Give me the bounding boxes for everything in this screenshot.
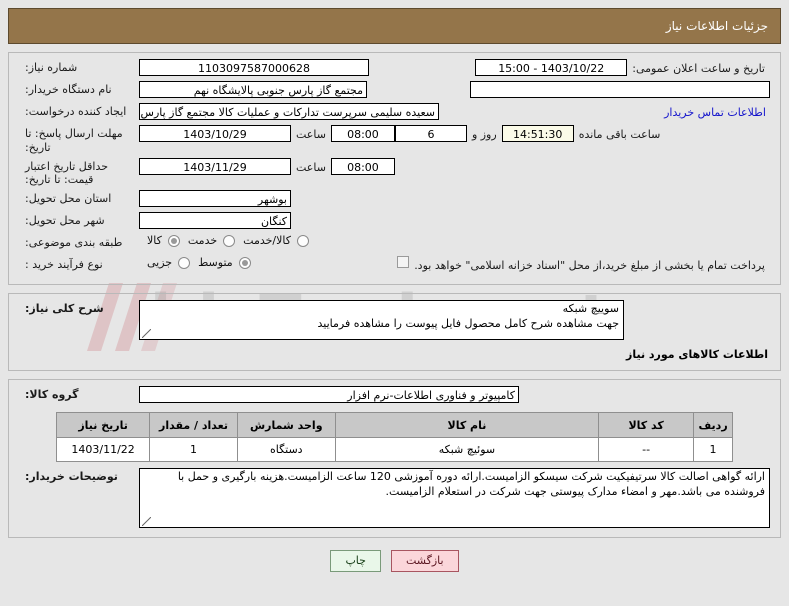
- row-city: کنگان شهر محل تحویل:: [19, 212, 770, 231]
- radio-jozei-icon[interactable]: [178, 256, 191, 269]
- province-label: استان محل تحویل:: [25, 192, 112, 205]
- radio-kala-icon[interactable]: [167, 234, 180, 247]
- print-button[interactable]: چاپ: [330, 550, 381, 572]
- radio-kala-khedmat-icon[interactable]: [297, 234, 309, 247]
- row-buyer-notes: ارائه گواهی اصالت کالا سرتیفیکیت شرکت سی…: [19, 468, 770, 528]
- purchase-type-label-2: متوسط: [198, 256, 233, 269]
- row-buyer-org: مجتمع گاز پارس جنوبی پالایشگاه نهم نام د…: [19, 81, 770, 100]
- col-code: کد کالا: [598, 412, 695, 438]
- page-root: جزئیات اطلاعات نیاز تاریخ و ساعت اعلان ع…: [0, 8, 789, 572]
- row-province: بوشهر استان محل تحویل:: [19, 190, 770, 209]
- reply-deadline-label: مهلت ارسال پاسخ: تا تاریخ:: [25, 127, 123, 154]
- buyer-org-field[interactable]: مجتمع گاز پارس جنوبی پالایشگاه نهم: [139, 81, 367, 98]
- days-remaining-field: 6: [394, 125, 467, 142]
- treasury-checkbox-label: پرداخت تمام یا بخشی از مبلغ خرید،از محل …: [414, 259, 765, 272]
- purchase-type-option-1[interactable]: جزیی: [139, 256, 191, 269]
- cell-name: سوئیچ شبکه: [334, 437, 600, 462]
- purchase-type-label: نوع فرآیند خرید :: [25, 258, 103, 271]
- announce-label: تاریخ و ساعت اعلان عمومی:: [632, 62, 765, 75]
- col-radif: ردیف: [693, 412, 733, 438]
- city-field[interactable]: کنگان: [139, 212, 291, 229]
- row-need-number: تاریخ و ساعت اعلان عمومی: 15:00 - 1403/1…: [19, 59, 770, 78]
- goods-group-field[interactable]: کامپیوتر و فناوری اطلاعات-نرم افزار: [139, 386, 519, 403]
- col-date: تاریخ نیاز: [55, 412, 151, 438]
- goods-table-wrapper: ردیف کد کالا نام کالا واحد شمارش تعداد /…: [19, 408, 770, 468]
- goods-table: ردیف کد کالا نام کالا واحد شمارش تعداد /…: [55, 412, 733, 462]
- creator-label: ایجاد کننده درخواست:: [25, 105, 127, 118]
- price-validity-date-field[interactable]: 1403/11/29: [139, 157, 291, 175]
- price-validity-hour-label: ساعت: [296, 160, 326, 174]
- back-button[interactable]: بازگشت: [390, 550, 459, 572]
- purchase-type-option-2[interactable]: متوسط: [190, 256, 251, 269]
- cell-radif: 1: [693, 437, 733, 462]
- row-purchase-type: پرداخت تمام یا بخشی از مبلغ خرید،از محل …: [19, 256, 770, 275]
- col-name: نام کالا: [334, 412, 600, 438]
- description-textarea[interactable]: سوییچ شبکه جهت مشاهده شرح کامل محصول فایل…: [139, 300, 624, 340]
- subject-class-label: طبقه بندی موضوعی:: [25, 236, 123, 249]
- subject-class-option-3[interactable]: کالا/خدمت: [235, 234, 309, 247]
- buyer-org-label: نام دستگاه خریدار:: [25, 83, 112, 96]
- treasury-checkbox[interactable]: [397, 256, 410, 268]
- goods-table-header-row: ردیف کد کالا نام کالا واحد شمارش تعداد /…: [55, 412, 733, 438]
- need-number-field[interactable]: 1103097587000628: [139, 59, 369, 76]
- subject-class-label-2: خدمت: [187, 234, 218, 247]
- description-label: شرح کلی نیاز:: [25, 302, 104, 315]
- announce-datetime-field[interactable]: 15:00 - 1403/10/22: [475, 59, 628, 76]
- page-title: جزئیات اطلاعات نیاز: [665, 19, 768, 33]
- need-number-label: شماره نیاز:: [25, 61, 78, 74]
- description-panel: سوییچ شبکه جهت مشاهده شرح کامل محصول فایل…: [8, 293, 781, 371]
- buyer-org-extra-field[interactable]: [470, 81, 770, 98]
- row-description: سوییچ شبکه جهت مشاهده شرح کامل محصول فایل…: [19, 300, 770, 340]
- purchase-type-label-1: جزیی: [147, 256, 173, 269]
- radio-khedmat-icon[interactable]: [223, 234, 236, 247]
- page-title-bar: جزئیات اطلاعات نیاز: [8, 8, 781, 44]
- buyer-contact-link[interactable]: اطلاعات تماس خریدار: [660, 103, 770, 122]
- goods-section-title: اطلاعات کالاهای مورد نیاز: [626, 348, 768, 361]
- reply-deadline-date-field[interactable]: 1403/10/29: [139, 125, 291, 142]
- footer-actions: بازگشت چاپ: [0, 550, 789, 572]
- subject-class-option-1[interactable]: کالا: [139, 234, 180, 247]
- subject-class-label-3: کالا/خدمت: [243, 234, 291, 247]
- cell-date: 1403/11/22: [55, 437, 151, 462]
- countdown-remaining-label: ساعت باقی مانده: [578, 128, 661, 141]
- cell-unit: دستگاه: [236, 437, 336, 462]
- creator-field[interactable]: سعیده سلیمی سرپرست تدارکات و عملیات کالا…: [139, 103, 439, 120]
- subject-class-option-2[interactable]: خدمت: [180, 234, 236, 247]
- city-label: شهر محل تحویل:: [25, 214, 105, 227]
- buyer-notes-textarea[interactable]: ارائه گواهی اصالت کالا سرتیفیکیت شرکت سی…: [139, 468, 770, 528]
- row-price-validity: 08:00 ساعت 1403/11/29 حداقل تاریخ اعتبار…: [19, 157, 770, 188]
- subject-class-label-1: کالا: [147, 234, 162, 247]
- buyer-notes-label: توضیحات خریدار:: [25, 470, 118, 483]
- reply-deadline-hour-field[interactable]: 08:00: [330, 125, 395, 142]
- province-field[interactable]: بوشهر: [139, 190, 291, 207]
- resize-grip-icon[interactable]: [142, 329, 151, 338]
- goods-group-label: گروه کالا:: [25, 388, 79, 401]
- reply-deadline-hour-label: ساعت: [296, 128, 326, 141]
- need-info-panel: تاریخ و ساعت اعلان عمومی: 15:00 - 1403/1…: [8, 52, 781, 285]
- resize-grip-icon[interactable]: [142, 517, 151, 526]
- cell-code: --: [598, 437, 695, 462]
- price-validity-hour-field[interactable]: 08:00: [330, 157, 395, 175]
- goods-panel: کامپیوتر و فناوری اطلاعات-نرم افزار گروه…: [8, 379, 781, 538]
- cell-qty: 1: [149, 437, 238, 462]
- radio-motavaset-icon[interactable]: [238, 256, 251, 269]
- days-label: روز و: [471, 128, 497, 141]
- row-reply-deadline: ساعت باقی مانده 14:51:30 روز و 6 08:00 س…: [19, 125, 770, 155]
- table-row: 1 -- سوئیچ شبکه دستگاه 1 1403/11/22: [55, 437, 733, 462]
- countdown-timer-field: 14:51:30: [501, 125, 574, 142]
- row-subject-classification: کالا/خدمت خدمت کالا طبقه بندی موضوعی:: [19, 234, 770, 253]
- col-unit: واحد شمارش: [236, 412, 336, 438]
- row-creator: اطلاعات تماس خریدار سعیده سلیمی سرپرست ت…: [19, 103, 770, 122]
- price-validity-label: حداقل تاریخ اعتبار قیمت: تا تاریخ:: [25, 159, 109, 187]
- col-qty: تعداد / مقدار: [149, 412, 238, 438]
- row-goods-group: کامپیوتر و فناوری اطلاعات-نرم افزار گروه…: [19, 386, 770, 405]
